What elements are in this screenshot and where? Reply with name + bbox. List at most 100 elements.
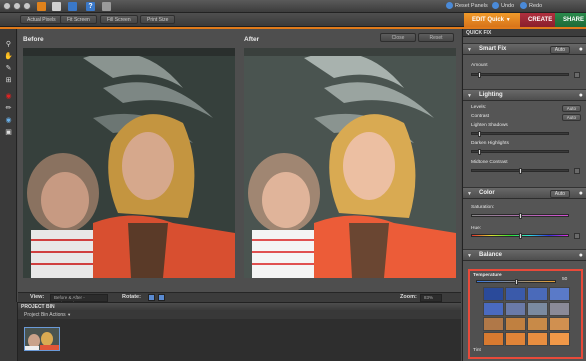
fill-screen-button[interactable]: Fill Screen: [100, 15, 138, 24]
rotate-label: Rotate:: [122, 294, 141, 300]
smart-fix-auto-button[interactable]: Auto: [549, 46, 570, 54]
project-bin-actions-menu[interactable]: Project Bin Actions ▼: [18, 310, 461, 319]
saturation-slider[interactable]: [471, 213, 569, 219]
tab-share[interactable]: SHARE: [555, 13, 586, 27]
black-white-tool-icon[interactable]: ▣: [4, 127, 13, 136]
quick-selection-tool-icon[interactable]: ✎: [4, 63, 13, 72]
variation-thumbnail[interactable]: [505, 302, 526, 316]
smart-fix-header[interactable]: ▼ Smart Fix Auto ●: [463, 43, 586, 55]
temperature-label: Temperature: [473, 273, 502, 278]
variation-thumbnail[interactable]: [505, 287, 526, 301]
print-size-button[interactable]: Print Size: [140, 15, 176, 24]
variation-thumbnail[interactable]: [549, 317, 570, 331]
variation-thumbnail[interactable]: [549, 302, 570, 316]
redo-button[interactable]: Redo: [520, 2, 542, 9]
save-icon[interactable]: [52, 2, 61, 11]
photoshop-elements-window: ? Reset Panels Undo Redo Actual Pixels F…: [0, 0, 586, 361]
view-select[interactable]: Before & After - Horizontal: [50, 294, 108, 306]
darken-highlights-label: Darken Highlights: [471, 141, 509, 146]
slider-thumb[interactable]: [478, 131, 481, 137]
zoom-field[interactable]: 83%: [420, 294, 442, 302]
slider-thumb[interactable]: [519, 213, 522, 219]
project-bin: [18, 319, 461, 361]
slider-thumb[interactable]: [519, 168, 522, 174]
amount-slider[interactable]: [471, 72, 569, 78]
before-photo-image: [23, 48, 235, 278]
variation-thumbnail[interactable]: [527, 287, 548, 301]
close-button[interactable]: Close: [380, 33, 416, 42]
slider-thumb[interactable]: [515, 279, 518, 285]
actual-pixels-button[interactable]: Actual Pixels: [20, 15, 63, 24]
variation-thumbnail[interactable]: [505, 332, 526, 346]
project-bin-header: PROJECT BIN: [18, 302, 461, 310]
rotate-right-icon[interactable]: [158, 294, 165, 301]
view-bar: View: Before & After - Horizontal Rotate…: [18, 292, 461, 306]
lighting-header[interactable]: ▼ Lighting ●: [463, 89, 586, 101]
variation-thumbnail[interactable]: [549, 287, 570, 301]
color-auto-button[interactable]: Auto: [549, 190, 570, 198]
zoom-label: Zoom:: [400, 294, 417, 300]
lighting-reset-button[interactable]: [574, 168, 580, 174]
open-icon[interactable]: [37, 2, 46, 11]
quick-fix-panel: QUICK FIX ▼ Smart Fix Auto ● Amount ▼ Li…: [462, 29, 586, 361]
minimize-window-button[interactable]: [13, 2, 21, 10]
variation-thumbnail[interactable]: [483, 332, 504, 346]
lightbulb-icon[interactable]: ●: [579, 252, 583, 259]
reset-button[interactable]: Reset: [418, 33, 454, 42]
variation-thumbnail[interactable]: [549, 332, 570, 346]
help-icon[interactable]: ?: [86, 2, 95, 11]
balance-header[interactable]: ▼ Balance ●: [463, 249, 586, 261]
variation-thumbnail[interactable]: [483, 302, 504, 316]
slider-thumb[interactable]: [478, 149, 481, 155]
workspace-icon[interactable]: [102, 2, 111, 11]
lighten-shadows-label: Lighten Shadows: [471, 123, 508, 128]
variation-thumbnail[interactable]: [527, 302, 548, 316]
undo-icon: [492, 2, 499, 9]
print-icon[interactable]: [68, 2, 77, 11]
bin-thumbnail-image: [25, 328, 59, 350]
hue-slider[interactable]: [471, 233, 569, 239]
before-label: Before: [23, 36, 44, 43]
crop-tool-icon[interactable]: ⊞: [4, 75, 13, 84]
midtone-contrast-slider[interactable]: [471, 168, 569, 174]
zoom-window-button[interactable]: [23, 2, 31, 10]
midtone-contrast-label: Midtone Contrast: [471, 160, 508, 165]
levels-label: Levels:: [471, 105, 487, 110]
tab-create[interactable]: CREATE: [520, 13, 555, 27]
lightbulb-icon[interactable]: ●: [579, 190, 583, 197]
slider-thumb[interactable]: [519, 233, 522, 239]
blue-sky-tool-icon[interactable]: ◉: [4, 115, 13, 124]
rotate-left-icon[interactable]: [148, 294, 155, 301]
tab-edit-quick[interactable]: EDIT Quick ▼: [464, 13, 520, 27]
bin-left-strip: [0, 302, 18, 361]
amount-reset-button[interactable]: [574, 72, 580, 78]
variation-thumbnail[interactable]: [527, 317, 548, 331]
after-photo: [244, 48, 456, 278]
darken-highlights-slider[interactable]: [471, 149, 569, 155]
color-header[interactable]: ▼ Color Auto ●: [463, 187, 586, 199]
color-reset-button[interactable]: [574, 233, 580, 239]
whiten-teeth-tool-icon[interactable]: ✏: [4, 103, 13, 112]
variation-thumbnail[interactable]: [527, 332, 548, 346]
hand-tool-icon[interactable]: ✋: [4, 51, 13, 60]
red-eye-tool-icon[interactable]: ◉: [4, 91, 13, 100]
fit-screen-button[interactable]: Fit Screen: [60, 15, 97, 24]
undo-button[interactable]: Undo: [492, 2, 514, 9]
collapse-triangle-icon: ▼: [467, 93, 472, 99]
zoom-tool-icon[interactable]: ⚲: [4, 39, 13, 48]
variation-thumbnail[interactable]: [483, 287, 504, 301]
close-window-button[interactable]: [3, 2, 11, 10]
contrast-auto-button[interactable]: Auto: [561, 114, 581, 121]
levels-auto-button[interactable]: Auto: [561, 105, 581, 112]
slider-thumb[interactable]: [478, 72, 481, 78]
collapse-triangle-icon: ▼: [467, 191, 472, 197]
bin-thumbnail[interactable]: [24, 327, 60, 351]
lighten-shadows-slider[interactable]: [471, 131, 569, 137]
lightbulb-icon[interactable]: ●: [579, 46, 583, 53]
variation-thumbnail[interactable]: [483, 317, 504, 331]
temperature-slider[interactable]: [476, 279, 556, 285]
variation-thumbnail[interactable]: [505, 317, 526, 331]
lightbulb-icon[interactable]: ●: [579, 92, 583, 99]
reset-panels-button[interactable]: Reset Panels: [446, 2, 488, 9]
toolbox: ⚲ ✋ ✎ ⊞ ◉ ✏ ◉ ▣: [0, 29, 17, 339]
